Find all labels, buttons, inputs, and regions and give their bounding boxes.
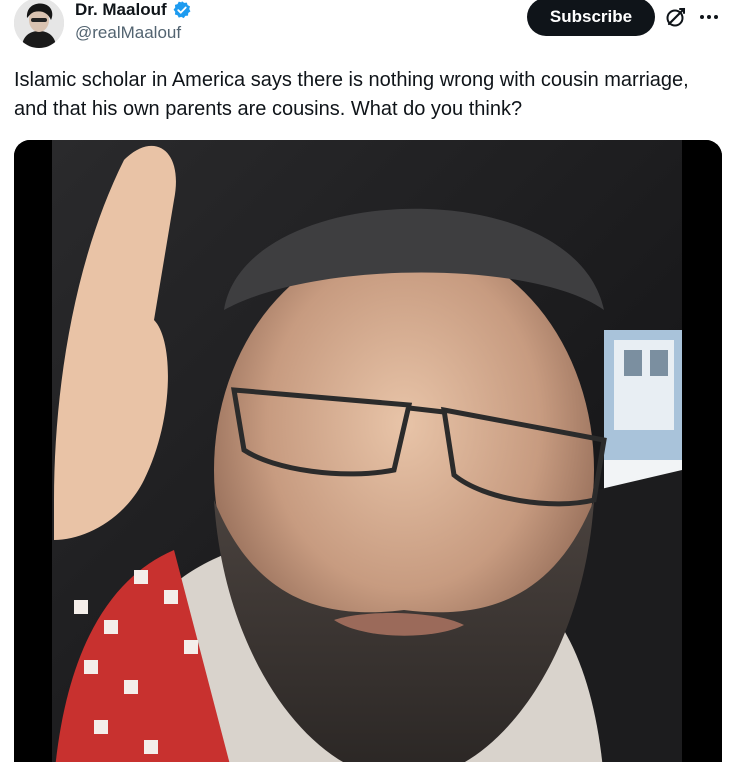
grok-icon[interactable] — [664, 5, 688, 29]
author-name-row[interactable]: Dr. Maalouf — [75, 0, 192, 22]
tweet-card: Dr. Maalouf @realMaalouf Subscribe Islam… — [0, 0, 752, 762]
author-display-name[interactable]: Dr. Maalouf — [75, 0, 167, 20]
verified-badge-icon[interactable] — [172, 0, 192, 20]
author-handle[interactable]: @realMaalouf — [75, 23, 181, 43]
avatar[interactable] — [14, 0, 64, 48]
more-options-icon[interactable] — [697, 5, 721, 29]
subscribe-button[interactable]: Subscribe — [527, 0, 655, 36]
tweet-video-media[interactable] — [14, 140, 722, 762]
tweet-text: Islamic scholar in America says there is… — [14, 69, 689, 120]
